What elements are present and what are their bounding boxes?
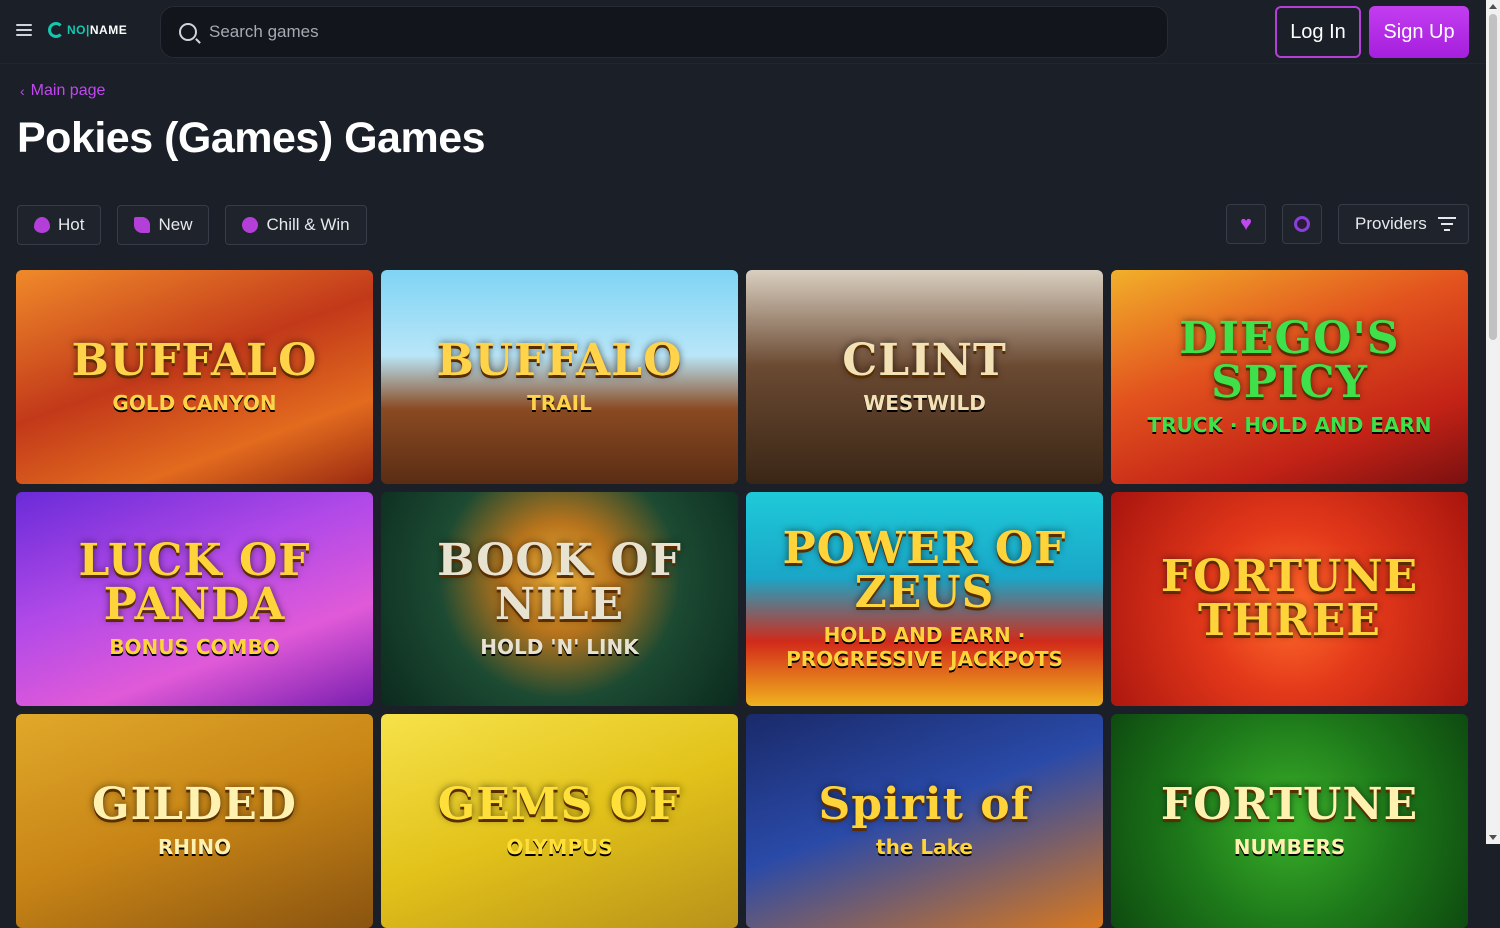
top-navigation-bar: NO|NAME Log In Sign Up (0, 0, 1486, 64)
game-subtitle: WESTWILD (863, 391, 986, 415)
game-subtitle: RHINO (157, 835, 232, 859)
favorites-button[interactable]: ♥ (1226, 204, 1266, 244)
game-subtitle: HOLD 'N' LINK (480, 635, 639, 659)
games-grid: BUFFALO GOLD CANYON BUFFALO TRAIL CLINT WESTW… (16, 270, 1469, 928)
game-title: LUCK OF PANDA (78, 535, 311, 630)
game-tile[interactable]: Spirit of the Lake (746, 714, 1103, 928)
game-tile[interactable]: CLINT WESTWILD (746, 270, 1103, 484)
site-logo[interactable]: NO|NAME (48, 22, 127, 38)
game-title: GEMS OF (437, 779, 682, 830)
filter-label: Hot (58, 215, 85, 234)
rocket-icon (134, 217, 151, 233)
game-subtitle: GOLD CANYON (112, 391, 277, 415)
page-title: Pokies (Games) Games (17, 114, 486, 162)
game-subtitle: the Lake (876, 835, 973, 859)
login-button[interactable]: Log In (1275, 6, 1361, 58)
game-title: CLINT (842, 335, 1007, 386)
game-tile[interactable]: GEMS OF OLYMPUS (381, 714, 738, 928)
filter-chill-win-button[interactable]: Chill & Win (225, 205, 367, 245)
search-bar[interactable] (160, 6, 1168, 58)
game-tile[interactable]: BUFFALO TRAIL (381, 270, 738, 484)
game-tile[interactable]: DIEGO'S SPICY TRUCK · HOLD AND EARN (1111, 270, 1468, 484)
filter-hot-button[interactable]: Hot (17, 205, 102, 245)
game-title: Spirit of (818, 779, 1031, 830)
heart-icon: ♥ (1240, 212, 1252, 235)
providers-dropdown[interactable]: Providers (1338, 204, 1469, 244)
scroll-down-icon[interactable] (1489, 835, 1497, 840)
history-icon (1294, 216, 1310, 232)
filter-new-button[interactable]: New (117, 205, 210, 245)
search-icon (179, 23, 197, 41)
game-title: DIEGO'S SPICY (1179, 313, 1400, 408)
scrollbar[interactable] (1486, 0, 1500, 844)
game-title: FORTUNE THREE (1160, 551, 1419, 646)
logo-text: NO|NAME (67, 23, 128, 37)
game-subtitle: BONUS COMBO (109, 635, 280, 659)
game-title: POWER OF ZEUS (782, 523, 1067, 618)
filter-icon (1438, 217, 1456, 235)
game-tile[interactable]: FORTUNE NUMBERS (1111, 714, 1468, 928)
game-title: GILDED (92, 779, 297, 830)
game-title: BOOK OF NILE (437, 535, 682, 630)
scrollbar-thumb[interactable] (1489, 14, 1497, 340)
cherries-icon (242, 217, 259, 233)
game-tile[interactable]: POWER OF ZEUS HOLD AND EARN · PROGRESSIVE… (746, 492, 1103, 706)
filter-label: New (158, 215, 193, 234)
logo-mark-icon (48, 22, 64, 38)
category-filters: Hot New Chill & Win (17, 205, 367, 245)
game-tile[interactable]: LUCK OF PANDA BONUS COMBO (16, 492, 373, 706)
chevron-left-icon: ‹ (20, 83, 25, 99)
search-input[interactable] (209, 22, 1109, 42)
game-tile[interactable]: FORTUNE THREE (1111, 492, 1468, 706)
game-title: BUFFALO (71, 335, 318, 386)
breadcrumb-label: Main page (30, 82, 106, 99)
game-subtitle: TRAIL (527, 391, 592, 415)
flame-icon (34, 217, 50, 233)
breadcrumb-back-link[interactable]: ‹ Main page (20, 82, 105, 100)
signup-button[interactable]: Sign Up (1369, 6, 1469, 58)
filter-label: Chill & Win (266, 215, 350, 234)
game-title: FORTUNE (1160, 779, 1419, 830)
game-tile[interactable]: BOOK OF NILE HOLD 'N' LINK (381, 492, 738, 706)
game-title: BUFFALO (436, 335, 683, 386)
game-subtitle: HOLD AND EARN · PROGRESSIVE JACKPOTS (786, 623, 1063, 671)
game-subtitle: NUMBERS (1233, 835, 1346, 859)
game-tile[interactable]: BUFFALO GOLD CANYON (16, 270, 373, 484)
menu-icon[interactable] (16, 24, 32, 38)
scroll-up-icon[interactable] (1489, 4, 1497, 9)
game-subtitle: TRUCK · HOLD AND EARN (1147, 413, 1432, 437)
providers-label: Providers (1355, 214, 1427, 233)
game-tile[interactable]: GILDED RHINO (16, 714, 373, 928)
game-subtitle: OLYMPUS (506, 835, 613, 859)
recent-games-button[interactable] (1282, 204, 1322, 244)
